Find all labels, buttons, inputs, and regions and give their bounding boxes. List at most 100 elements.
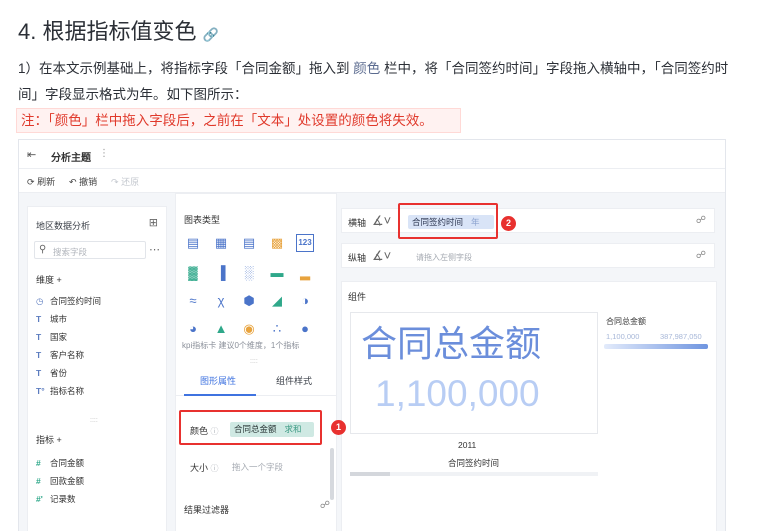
y-axis-label: 纵轴	[348, 253, 367, 263]
refresh-button[interactable]: ⟳ 刷新	[27, 175, 55, 188]
search-icon: ⚲	[39, 244, 47, 255]
y-axis-drop-zone[interactable]: 请拖入左侧字段	[416, 252, 472, 263]
chart-config-panel: 图表类型 ▤ ▦ ▤ ▩ 123 ▓ ▐ ░ ▬ ▂ ≈ χ ⬢ ◢ ◑ ◕ ▲…	[175, 193, 337, 531]
count-type-icon: #'	[36, 494, 43, 504]
resize-handle[interactable]: ::::	[90, 417, 98, 424]
text-type-icon: T	[36, 368, 42, 378]
map-chart-icon[interactable]: ◉	[240, 320, 258, 338]
para-text-1: 1）在本文示例基础上，将指标字段「合同金额」拖入到	[18, 61, 350, 76]
more-icon[interactable]: ⋮	[99, 148, 109, 159]
app-header: ⇤ 分析主题 ⋮	[19, 140, 725, 169]
section-title: 4. 根据指标值变色 🔗	[18, 14, 219, 46]
legend-max: 387,987,050	[660, 332, 702, 341]
subject-title: 分析主题	[51, 153, 91, 164]
more-options-icon[interactable]: ⋯	[149, 243, 160, 256]
detail-table-icon[interactable]: ▦	[212, 234, 230, 252]
search-placeholder: 搜索字段	[53, 247, 88, 257]
result-filter-title: 结果过滤器	[184, 505, 230, 515]
properties-scrollbar[interactable]	[330, 448, 334, 500]
table-chart-icon[interactable]: ▤	[184, 234, 202, 252]
polygon-chart-icon[interactable]: ⬢	[240, 292, 258, 310]
exit-icon[interactable]: ⇤	[27, 148, 36, 161]
x-axis-title: 合同签约时间	[448, 458, 500, 468]
legend-min: 1,100,000	[606, 332, 640, 341]
info-icon[interactable]: ⓘ	[211, 464, 219, 473]
analysis-app: ⇤ 分析主题 ⋮ ⟳ 刷新 ↶ 撤销 ↷ 还原 地区数据分析 ⊞ ⚲ 搜索字段 …	[18, 139, 726, 531]
y-axis-shelf[interactable]: 纵轴 ∡˅ 请拖入左侧字段 ☍	[341, 243, 715, 268]
redo-button[interactable]: ↷ 还原	[111, 175, 139, 188]
dimension-field[interactable]: T° 指标名称	[36, 385, 84, 397]
stacked-area-icon[interactable]: ◢	[268, 292, 286, 310]
bubble-chart-icon[interactable]: ●	[296, 320, 314, 338]
legend-title: 合同总金额	[606, 317, 646, 326]
lock-icon[interactable]: ☍	[696, 250, 706, 261]
measure-field[interactable]: #' 记录数	[36, 493, 76, 505]
measure-field[interactable]: # 回款金额	[36, 475, 84, 487]
lock-icon[interactable]: ☍	[320, 500, 330, 511]
annotation-badge-2: 2	[501, 216, 516, 231]
measure-section: 指标 +	[36, 435, 62, 445]
component-title: 组件	[348, 292, 367, 302]
tab-component-style[interactable]: 组件样式	[276, 374, 312, 387]
data-panel: 地区数据分析 ⊞ ⚲ 搜索字段 ⋯ 维度 + ◷ 合同签约时间 T 城市 T 国家 T…	[27, 206, 167, 531]
kpi-value: 1,100,000	[375, 373, 540, 414]
range-bar-icon[interactable]: ▂	[296, 264, 314, 282]
horizontal-bar-icon[interactable]: ▬	[268, 264, 286, 282]
chart-area: 横轴 ∡˅ 合同签约时间年 ☍ 纵轴 ∡˅ 请拖入左侧字段 ☍ 组件 合同总金额…	[341, 193, 725, 531]
search-input[interactable]: ⚲ 搜索字段	[34, 241, 146, 259]
refresh-icon: ⟳	[27, 177, 35, 187]
active-tab-indicator	[184, 394, 256, 396]
dimension-field[interactable]: ◷ 合同签约时间	[36, 295, 101, 307]
horizontal-scrollbar[interactable]	[350, 472, 598, 476]
dimension-field[interactable]: T 国家	[36, 331, 67, 343]
column-chart-icon[interactable]: ░	[240, 264, 258, 282]
undo-button[interactable]: ↶ 撤销	[69, 175, 97, 188]
lock-icon[interactable]: ☍	[696, 215, 706, 226]
text-type-icon: T	[36, 350, 42, 360]
text-type-icon: T	[36, 314, 42, 324]
undo-icon: ↶	[69, 177, 77, 187]
area-chart-icon[interactable]: χ	[212, 292, 230, 310]
dimension-field[interactable]: T 城市	[36, 313, 67, 325]
instruction-paragraph: 1）在本文示例基础上，将指标字段「合同金额」拖入到 颜色 栏中，将「合同签约时间…	[18, 56, 746, 108]
axis-settings-icon[interactable]: ∡˅	[372, 248, 391, 264]
measure-field[interactable]: # 合同金额	[36, 457, 84, 469]
kpi-card-icon[interactable]: 123	[296, 234, 314, 252]
scatter-chart-icon[interactable]: ∴	[268, 320, 286, 338]
grouped-table-icon[interactable]: ▩	[268, 234, 286, 252]
annotation-badge-1: 1	[331, 420, 346, 435]
time-icon: ◷	[36, 296, 44, 306]
dimension-field[interactable]: T 省份	[36, 367, 67, 379]
tab-graph-properties[interactable]: 图形属性	[200, 374, 236, 387]
gauge-chart-icon[interactable]: ◑	[296, 292, 314, 310]
component-canvas: 组件 合同总金额 1,100,000 合同总金额 1,100,000 387,9…	[341, 281, 717, 531]
funnel-chart-icon[interactable]: ▲	[212, 320, 230, 338]
annotation-box-x-axis	[398, 203, 498, 239]
cross-table-icon[interactable]: ▤	[240, 234, 258, 252]
resize-handle[interactable]: ::::	[250, 358, 258, 365]
add-dimension-icon[interactable]: +	[57, 275, 62, 285]
category-label: 2011	[458, 440, 477, 450]
x-axis-label: 横轴	[348, 218, 367, 228]
switch-dataset-icon[interactable]: ⊞	[149, 216, 158, 229]
stacked-bar-icon[interactable]: ▐	[212, 264, 230, 282]
legend-gradient[interactable]	[604, 344, 708, 349]
bar-chart-icon[interactable]: ▓	[184, 264, 202, 282]
axis-settings-icon[interactable]: ∡˅	[372, 213, 391, 229]
size-property-label: 大小 ⓘ	[190, 463, 219, 473]
text-type-icon: T	[36, 332, 42, 342]
line-chart-icon[interactable]: ≈	[184, 292, 202, 310]
size-drop-zone[interactable]: 拖入一个字段	[232, 461, 283, 473]
scrollbar-thumb[interactable]	[350, 472, 390, 476]
pie-chart-icon[interactable]: ◕	[184, 320, 202, 338]
warning-note: 注：「颜色」栏中拖入字段后，之前在「文本」处设置的颜色将失效。	[16, 108, 461, 133]
add-measure-icon[interactable]: +	[57, 435, 62, 445]
section-title-text: 4. 根据指标值变色	[18, 19, 197, 44]
kpi-card[interactable]: 合同总金额 1,100,000	[350, 312, 598, 434]
link-icon[interactable]: 🔗	[202, 27, 218, 42]
toolbar: ⟳ 刷新 ↶ 撤销 ↷ 还原	[19, 169, 725, 193]
redo-icon: ↷	[111, 177, 119, 187]
para-highlight: 颜色	[353, 61, 381, 76]
number-type-icon: #	[36, 458, 41, 468]
dimension-field[interactable]: T 客户名称	[36, 349, 84, 361]
